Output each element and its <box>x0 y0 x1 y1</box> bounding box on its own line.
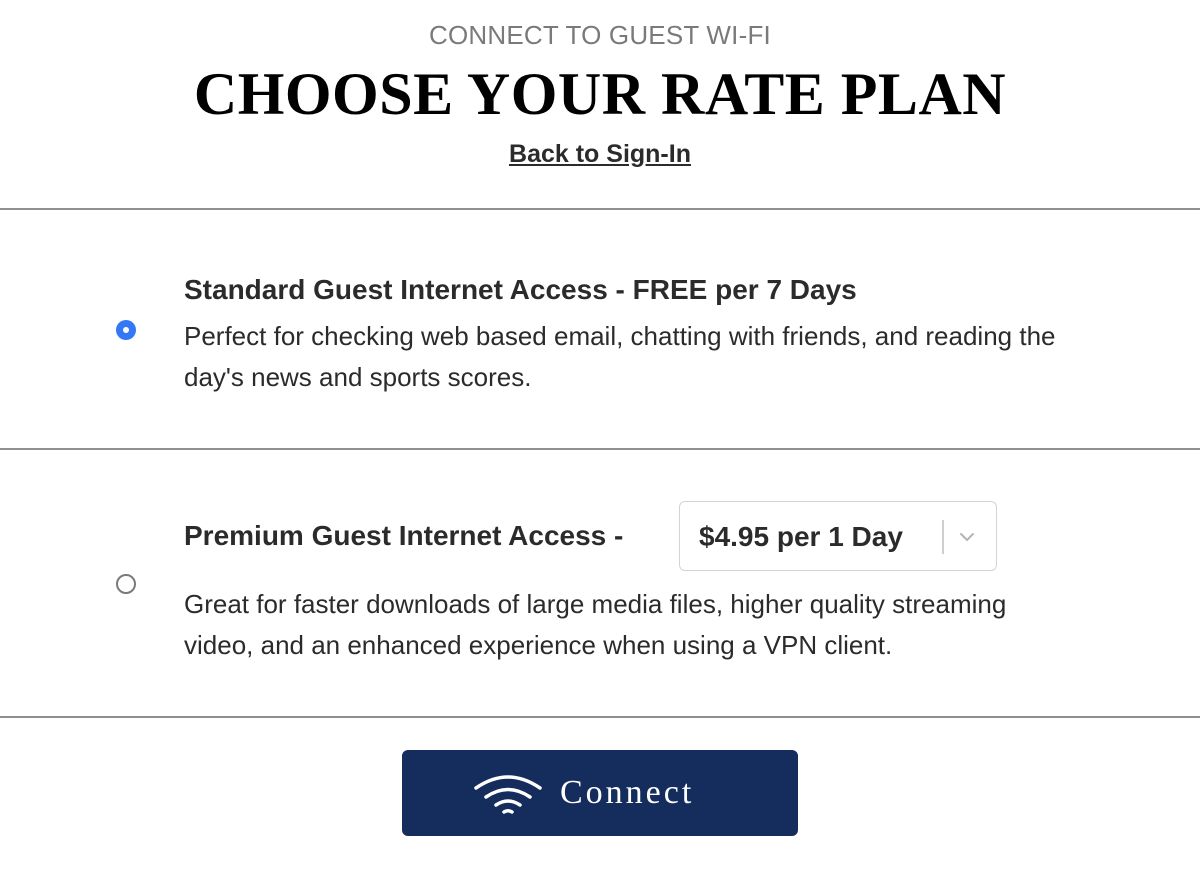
plan-option-premium[interactable]: Premium Guest Internet Access - $4.95 pe… <box>0 450 1200 716</box>
plan-description-premium: Great for faster downloads of large medi… <box>184 589 1007 660</box>
plan-title-standard: Standard Guest Internet Access - FREE pe… <box>184 274 857 305</box>
connect-button[interactable]: Connect <box>402 750 798 836</box>
plan-radio-standard[interactable] <box>116 320 136 340</box>
footer: Connect <box>0 718 1200 883</box>
plan-radio-premium[interactable] <box>116 574 136 594</box>
rate-select-value: $4.95 per 1 Day <box>699 521 903 552</box>
page-header: CONNECT TO GUEST WI-FI CHOOSE YOUR RATE … <box>0 0 1200 208</box>
select-separator <box>942 520 944 554</box>
plan-description-standard: Perfect for checking web based email, ch… <box>184 321 1056 392</box>
plan-option-standard[interactable]: Standard Guest Internet Access - FREE pe… <box>0 210 1200 448</box>
rate-select-dropdown[interactable]: $4.95 per 1 Day <box>679 501 997 571</box>
chevron-down-icon <box>960 533 974 541</box>
wifi-icon <box>474 775 542 814</box>
connect-button-label: Connect <box>560 774 695 811</box>
plan-title-premium: Premium Guest Internet Access - <box>184 520 624 551</box>
back-to-sign-in-link[interactable]: Back to Sign-In <box>0 140 1200 169</box>
page-subtitle: CONNECT TO GUEST WI-FI <box>429 20 771 50</box>
page-title: CHOOSE YOUR RATE PLAN <box>193 61 1007 127</box>
